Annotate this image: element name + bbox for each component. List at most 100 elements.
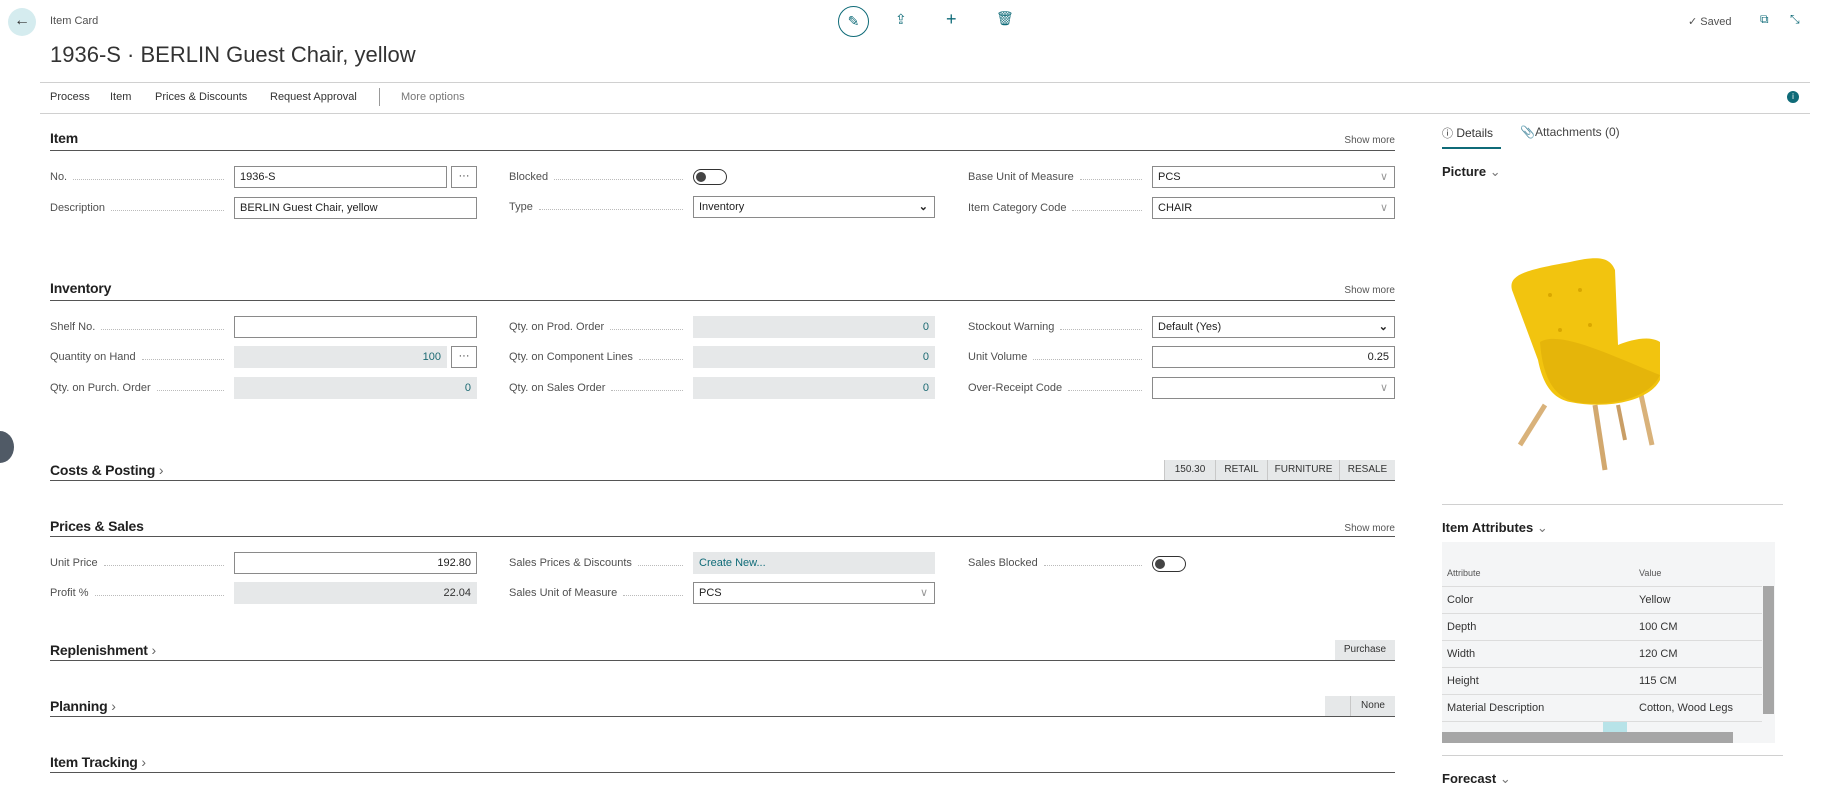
saved-status: ✓ Saved [1688,16,1732,28]
tab-underline [1442,147,1501,149]
attribute-row-partial [1442,721,1762,732]
section-replenishment-title[interactable]: Replenishment › [50,642,156,658]
item-show-more[interactable]: Show more [1344,135,1395,146]
attribute-row[interactable]: Color Yellow [1442,586,1762,613]
picture-title[interactable]: Picture ⌄ [1442,164,1501,180]
costs-chip: RETAIL [1215,460,1267,480]
action-prices-discounts[interactable]: Prices & Discounts [155,91,247,103]
attribute-row[interactable]: Depth 100 CM [1442,613,1762,640]
create-new-link[interactable]: Create New... [693,552,935,574]
section-item-title: Item [50,130,78,146]
chevron-down-icon: ⌄ [918,201,928,213]
unit-price-label: Unit Price [50,552,230,574]
forecast-title[interactable]: Forecast ⌄ [1442,771,1511,787]
new-plus-icon[interactable]: + [946,9,957,30]
tab-details[interactable]: ⓘ Details [1442,125,1493,141]
unit-price-input[interactable]: 192.80 [234,552,477,574]
action-separator [379,88,380,106]
qty-component-lines-value[interactable]: 0 [693,346,935,368]
action-request-approval[interactable]: Request Approval [270,91,357,103]
chevron-down-icon[interactable]: ∨ [920,583,928,603]
sales-prices-discounts-label: Sales Prices & Discounts [509,552,689,574]
qty-on-hand-label: Quantity on Hand [50,346,230,368]
replenishment-chip: Purchase [1335,640,1395,660]
sales-blocked-label: Sales Blocked [968,552,1148,574]
chevron-down-icon: ⌄ [1496,771,1511,786]
action-process[interactable]: Process [50,91,90,103]
attribute-row[interactable]: Material Description Cotton, Wood Legs [1442,694,1762,721]
chevron-down-icon[interactable]: ∨ [1380,167,1388,187]
chair-image [1511,258,1660,471]
sales-blocked-toggle[interactable] [1152,556,1186,572]
breadcrumb: Item Card [50,15,99,27]
blocked-toggle[interactable] [693,169,727,185]
planning-chip: None [1350,696,1395,716]
section-costs-posting-title[interactable]: Costs & Posting › [50,462,163,478]
open-new-window-icon[interactable]: ⧉ [1760,12,1769,27]
profit-value[interactable]: 22.04 [234,582,477,604]
chevron-right-icon: › [155,462,164,478]
attributes-horizontal-scrollbar[interactable] [1442,732,1733,743]
stockout-warning-select[interactable]: Default (Yes) ⌄ [1152,316,1395,338]
description-input[interactable]: BERLIN Guest Chair, yellow [234,197,477,219]
item-picture[interactable] [1500,230,1700,475]
chevron-right-icon: › [137,754,146,770]
section-inventory-title: Inventory [50,280,112,296]
chevron-right-icon: › [147,642,156,658]
info-circle-icon: ⓘ [1442,128,1453,140]
tab-attachments[interactable]: 📎Attachments (0) [1520,125,1620,139]
action-item[interactable]: Item [110,91,131,103]
item-attributes-title[interactable]: Item Attributes ⌄ [1442,520,1548,536]
action-more-options[interactable]: More options [401,91,465,103]
inventory-show-more[interactable]: Show more [1344,285,1395,296]
item-category-input[interactable]: CHAIR ∨ [1152,197,1395,219]
description-label: Description [50,197,230,219]
attribute-row[interactable]: Width 120 CM [1442,640,1762,667]
share-icon[interactable]: ⇪ [895,11,907,28]
shelf-no-label: Shelf No. [50,316,230,338]
attr-row-marker [1603,722,1627,732]
side-handle[interactable] [0,431,14,463]
info-icon[interactable]: i [1787,91,1799,103]
over-receipt-code-label: Over-Receipt Code [968,377,1148,399]
costs-chip: FURNITURE [1267,460,1339,480]
collapse-icon[interactable]: ⤡ [1790,12,1800,27]
qty-purch-order-value[interactable]: 0 [234,377,477,399]
chevron-down-icon: ⌄ [1378,321,1388,333]
prices-show-more[interactable]: Show more [1344,523,1395,534]
profit-label: Profit % [50,582,230,604]
pencil-icon: ✎ [847,13,860,29]
type-label: Type [509,196,689,218]
attr-header-value: Value [1639,568,1662,578]
chevron-down-icon[interactable]: ∨ [1380,198,1388,218]
attributes-vertical-scrollbar[interactable] [1763,586,1774,714]
no-lookup-button[interactable]: ··· [451,166,477,188]
section-planning-title[interactable]: Planning › [50,698,116,714]
qty-prod-order-label: Qty. on Prod. Order [509,316,689,338]
chevron-down-icon: ⌄ [1533,520,1548,535]
qty-sales-order-value[interactable]: 0 [693,377,935,399]
sales-uom-label: Sales Unit of Measure [509,582,689,604]
blocked-label: Blocked [509,166,689,188]
back-button[interactable]: ← [8,8,36,36]
check-icon: ✓ [1688,16,1698,28]
qty-prod-order-value[interactable]: 0 [693,316,935,338]
section-item-tracking-title[interactable]: Item Tracking › [50,754,146,770]
qty-on-hand-lookup-button[interactable]: ··· [451,346,477,368]
sales-uom-input[interactable]: PCS ∨ [693,582,935,604]
qty-on-hand-value[interactable]: 100 [234,346,447,368]
unit-volume-input[interactable]: 0.25 [1152,346,1395,368]
attribute-row[interactable]: Height 115 CM [1442,667,1762,694]
delete-trash-icon[interactable]: 🗑 [996,10,1014,27]
chevron-down-icon[interactable]: ∨ [1380,378,1388,398]
shelf-no-input[interactable] [234,316,477,338]
page-title: 1936-S · BERLIN Guest Chair, yellow [50,42,416,67]
edit-button[interactable]: ✎ [838,6,869,37]
qty-component-lines-label: Qty. on Component Lines [509,346,689,368]
qty-purch-order-label: Qty. on Purch. Order [50,377,230,399]
no-input[interactable]: 1936-S [234,166,447,188]
over-receipt-code-input[interactable]: ∨ [1152,377,1395,399]
type-select[interactable]: Inventory ⌄ [693,196,935,218]
qty-sales-order-label: Qty. on Sales Order [509,377,689,399]
base-uom-input[interactable]: PCS ∨ [1152,166,1395,188]
